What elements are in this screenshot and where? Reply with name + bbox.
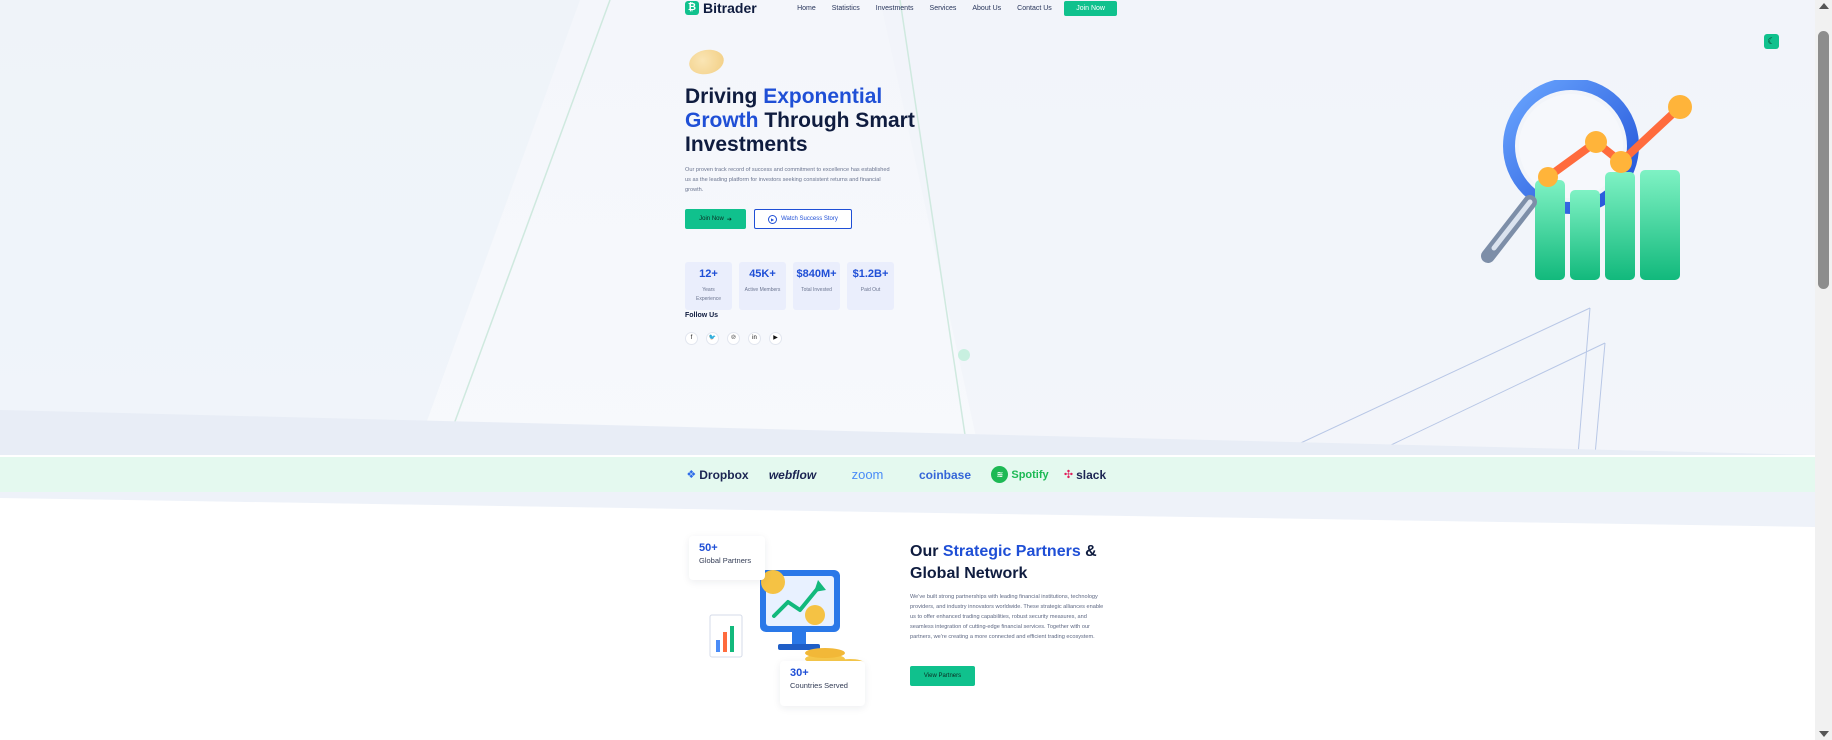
play-icon: ▶ [768, 214, 778, 224]
dropbox-logo: ❖ Dropbox [686, 467, 749, 482]
stat-value: 45K+ [749, 268, 776, 280]
social-links: f 🐦 ℗ in ▶ [685, 332, 782, 345]
badge-value: 30+ [790, 667, 809, 679]
nav-join-now-button[interactable]: Join Now [1064, 0, 1117, 16]
slack-icon: ✣ [1063, 469, 1074, 481]
slack-logo: ✣ slack [1063, 467, 1107, 482]
stat-label: Total Invested [801, 287, 832, 293]
scroll-thumb[interactable] [1818, 31, 1829, 289]
logo[interactable]: ₿ Bitrader [685, 0, 757, 16]
twitter-icon[interactable]: 🐦 [706, 332, 719, 345]
scroll-up-arrow-icon[interactable] [1819, 3, 1829, 9]
partner-logos-strip: ❖ Dropbox webflow zoom coinbase ≋ Spotify … [0, 457, 1815, 492]
nav-services[interactable]: Services [930, 5, 957, 12]
facebook-icon[interactable]: f [685, 332, 698, 345]
stat-card: 12+ Years Experience [685, 262, 732, 310]
hero-join-now-button[interactable]: Join Now ➔ [685, 209, 746, 229]
stat-value: $840M+ [796, 268, 837, 280]
nav-home[interactable]: Home [797, 5, 816, 12]
pinterest-icon[interactable]: ℗ [727, 332, 740, 345]
nav-contact-us[interactable]: Contact Us [1017, 5, 1052, 12]
hero-description: Our proven track record of success and c… [685, 167, 890, 193]
hero-stats: 12+ Years Experience 45K+ Active Members… [685, 262, 894, 310]
logo-text: Bitrader [703, 0, 757, 16]
stat-value: $1.2B+ [852, 268, 889, 280]
partners-title: Our Strategic Partners & Global Network [910, 543, 1097, 582]
nav-investments[interactable]: Investments [876, 5, 914, 12]
watch-success-story-button[interactable]: ▶ Watch Success Story [754, 209, 852, 229]
arrow-right-icon: ➔ [726, 216, 732, 223]
spotify-logo: ≋ Spotify [985, 466, 1055, 483]
webflow-logo: webflow [768, 467, 817, 482]
badge-value: 50+ [699, 542, 718, 554]
view-partners-button[interactable]: View Partners [910, 666, 975, 686]
stat-label: Active Members [744, 287, 781, 293]
spotify-icon: ≋ [991, 466, 1009, 483]
bitrader-logo-icon: ₿ [685, 1, 699, 15]
coinbase-logo: coinbase [918, 467, 972, 482]
zoom-logo: zoom [851, 467, 884, 482]
page-scrollbar[interactable] [1815, 0, 1832, 740]
dot-decoration [958, 349, 970, 361]
countries-served-badge: 30+ Countries Served [780, 661, 865, 706]
hero-title: Driving Exponential Growth Through Smart… [685, 85, 915, 156]
nav-statistics[interactable]: Statistics [832, 5, 860, 12]
nav-about-us[interactable]: About Us [972, 5, 1001, 12]
stat-value: 12+ [699, 268, 718, 280]
dark-mode-toggle-icon[interactable]: ☾ [1764, 34, 1779, 49]
stat-label: Years Experience [695, 287, 721, 302]
partners-description: We've built strong partnerships with lea… [910, 594, 1104, 640]
nav-links: Home Statistics Investments Services Abo… [797, 5, 1052, 12]
partners-title-accent: Strategic Partners [942, 543, 1081, 560]
top-navbar: ₿ Bitrader Home Statistics Investments S… [685, 0, 1117, 16]
growth-chart-illustration [1481, 80, 1692, 280]
scroll-down-arrow-icon[interactable] [1819, 731, 1829, 737]
badge-label: Countries Served [790, 681, 848, 690]
dropbox-icon: ❖ [686, 469, 697, 481]
stat-card: $1.2B+ Paid Out [847, 262, 894, 310]
youtube-icon[interactable]: ▶ [769, 332, 782, 345]
global-partners-badge: 50+ Global Partners [689, 536, 765, 580]
stat-card: 45K+ Active Members [739, 262, 786, 310]
stat-card: $840M+ Total Invested [793, 262, 840, 310]
section-divider [0, 492, 1815, 527]
linkedin-icon[interactable]: in [748, 332, 761, 345]
badge-label: Global Partners [699, 556, 752, 565]
follow-us-label: Follow Us [685, 312, 719, 319]
stat-label: Paid Out [860, 287, 881, 293]
